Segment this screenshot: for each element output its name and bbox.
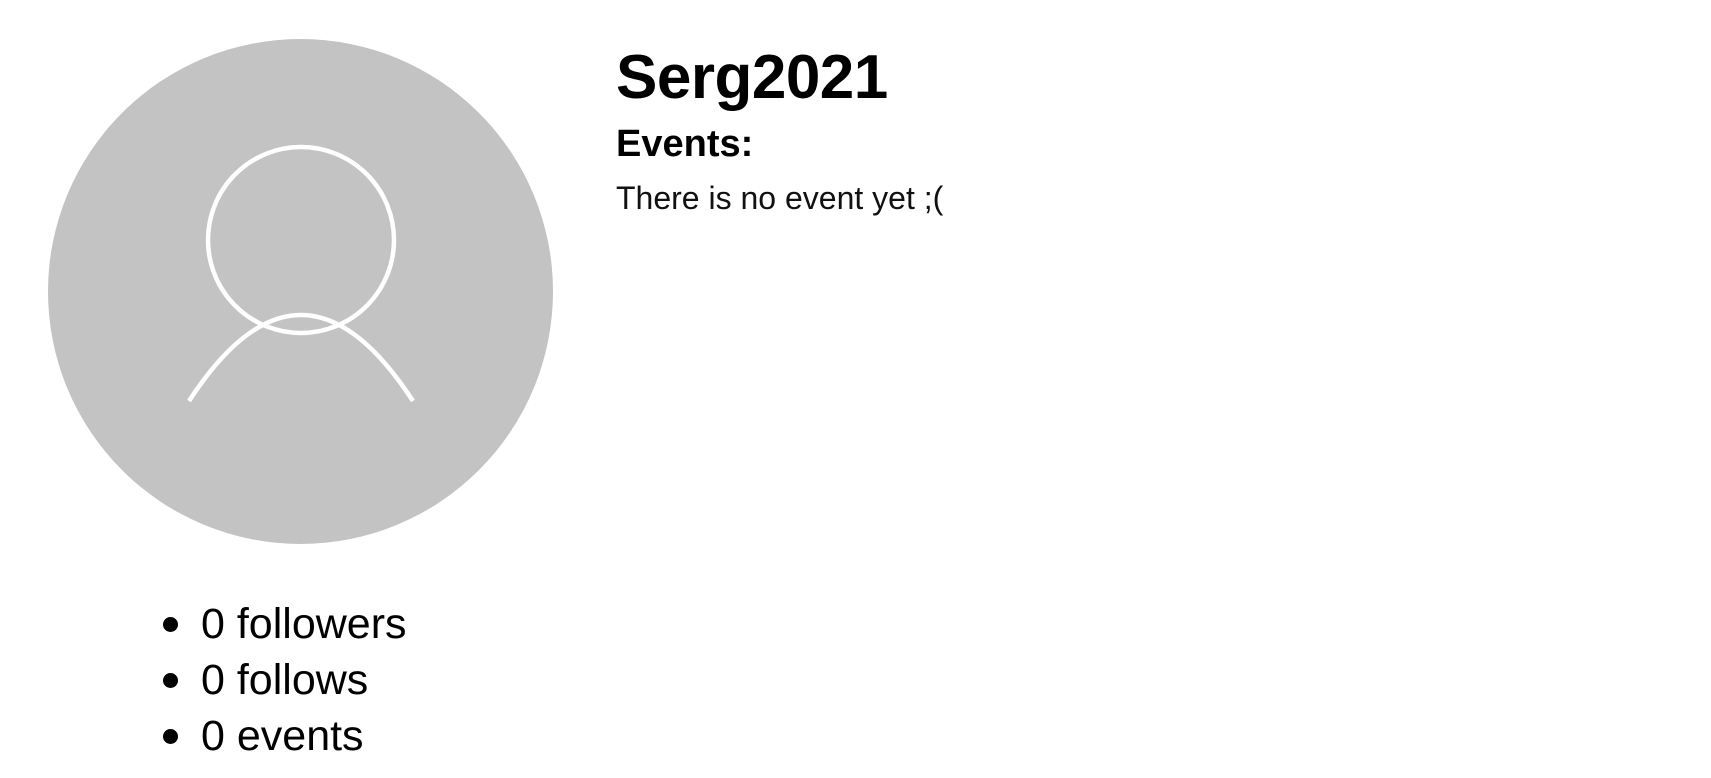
user-silhouette-icon	[187, 144, 415, 403]
stat-followers-label: 0 followers	[201, 600, 407, 648]
profile-stats-list: 0 followers 0 follows 0 events	[160, 596, 407, 764]
stat-follows: 0 follows	[160, 652, 407, 708]
bullet-icon	[163, 729, 178, 744]
bullet-icon	[163, 617, 178, 632]
stat-events: 0 events	[160, 708, 407, 764]
username-title: Serg2021	[616, 43, 888, 112]
events-heading: Events:	[616, 123, 754, 165]
stat-followers: 0 followers	[160, 596, 407, 652]
stat-events-label: 0 events	[201, 712, 364, 760]
events-empty-message: There is no event yet ;(	[616, 180, 944, 216]
avatar	[48, 39, 553, 544]
bullet-icon	[163, 673, 178, 688]
stat-follows-label: 0 follows	[201, 656, 369, 704]
profile-page: Serg2021 Events: There is no event yet ;…	[0, 0, 1711, 778]
